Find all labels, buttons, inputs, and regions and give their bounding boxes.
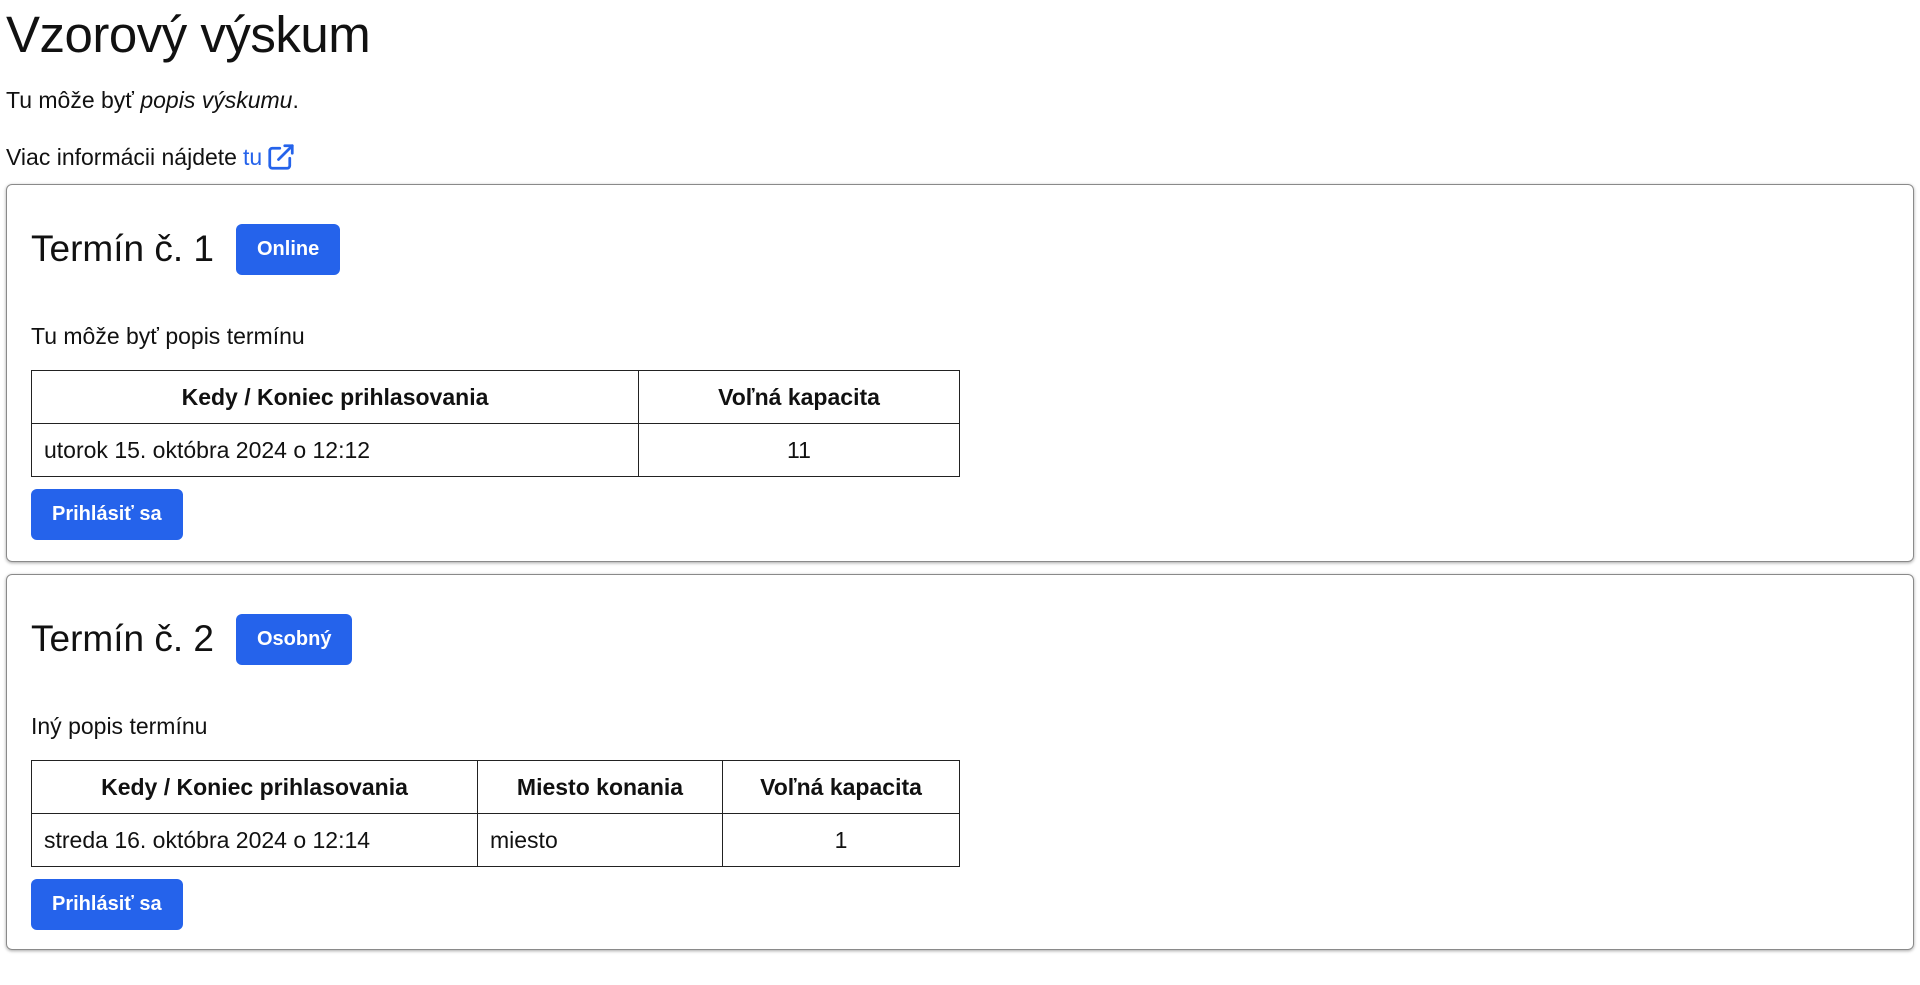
- slot-table-1: Kedy / Koniec prihlasovania Voľná kapaci…: [31, 370, 960, 477]
- intro-suffix: .: [292, 87, 299, 113]
- more-info-link[interactable]: tu: [243, 143, 262, 171]
- slot-card-2: Termín č. 2 Osobný Iný popis termínu Ked…: [6, 574, 1914, 950]
- column-header-when: Kedy / Koniec prihlasovania: [31, 370, 639, 424]
- column-header-location: Miesto konania: [477, 760, 723, 814]
- external-link-icon[interactable]: [266, 142, 296, 172]
- research-description: Tu môže byť popis výskumu.: [6, 86, 1914, 114]
- column-header-when: Kedy / Koniec prihlasovania: [31, 760, 478, 814]
- column-header-capacity: Voľná kapacita: [722, 760, 960, 814]
- slot-title-1: Termín č. 1: [31, 228, 214, 269]
- slot-card-1: Termín č. 1 Online Tu môže byť popis ter…: [6, 184, 1914, 562]
- column-header-capacity: Voľná kapacita: [638, 370, 960, 424]
- more-info-link-label: tu: [242, 144, 263, 170]
- sign-up-button-1[interactable]: Prihlásiť sa: [31, 489, 183, 540]
- intro-emphasis: popis výskumu: [140, 87, 293, 113]
- table-header-row: Kedy / Koniec prihlasovania Miesto konan…: [31, 760, 960, 814]
- slot-description-2: Iný popis termínu: [31, 713, 208, 739]
- table-header-row: Kedy / Koniec prihlasovania Voľná kapaci…: [31, 370, 960, 424]
- page-title: Vzorový výskum: [6, 6, 371, 63]
- page: Vzorový výskum Tu môže byť popis výskumu…: [0, 0, 1920, 950]
- more-info: Viac informácii nájdete tu: [6, 142, 1914, 172]
- cell-capacity: 11: [638, 423, 960, 477]
- slot-type-badge-1: Online: [236, 223, 341, 275]
- slot-table-2: Kedy / Koniec prihlasovania Miesto konan…: [31, 760, 960, 867]
- slot-header-2: Termín č. 2 Osobný: [31, 575, 1889, 665]
- more-info-text: Viac informácii nájdete: [6, 144, 237, 170]
- cell-capacity: 1: [722, 813, 960, 867]
- slot-header-1: Termín č. 1 Online: [31, 185, 1889, 275]
- cell-location: miesto: [477, 813, 723, 867]
- cell-when: streda 16. októbra 2024 o 12:14: [31, 813, 478, 867]
- table-row: utorok 15. októbra 2024 o 12:12 11: [31, 423, 960, 477]
- table-row: streda 16. októbra 2024 o 12:14 miesto 1: [31, 813, 960, 867]
- slot-type-badge-2: Osobný: [236, 613, 353, 665]
- sign-up-button-2[interactable]: Prihlásiť sa: [31, 879, 183, 930]
- slot-title-2: Termín č. 2: [31, 618, 214, 659]
- slot-description-1: Tu môže byť popis termínu: [31, 323, 305, 349]
- intro-text: Tu môže byť: [6, 87, 141, 113]
- cell-when: utorok 15. októbra 2024 o 12:12: [31, 423, 639, 477]
